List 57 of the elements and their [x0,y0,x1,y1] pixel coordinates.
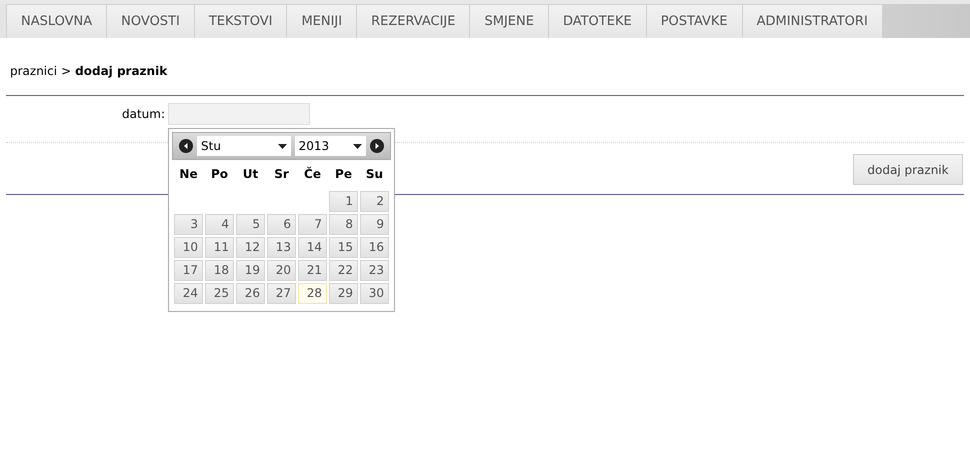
day-cell[interactable]: 19 [236,260,265,281]
weekday-label: Su [364,166,384,183]
day-cell[interactable]: 10 [174,237,203,258]
previous-icon[interactable] [179,139,193,153]
day-cell[interactable]: 5 [236,214,265,235]
day-cell[interactable]: 11 [205,237,234,258]
nav-tab[interactable]: SMJENE [469,4,549,38]
day-cell[interactable]: 15 [329,237,358,258]
field-label: datum: [120,107,166,121]
nav-tab[interactable]: REZERVACIJE [356,4,470,38]
nav-tab[interactable]: NASLOVNA [6,4,108,38]
breadcrumb-current: dodaj praznik [75,64,168,80]
next-icon[interactable] [370,139,384,153]
day-cell[interactable]: 26 [236,283,265,304]
day-cell[interactable]: 21 [298,260,327,281]
submit-button[interactable]: dodaj praznik [853,154,963,185]
day-cell[interactable]: 13 [267,237,296,258]
caret-icon [353,144,362,148]
day-cell[interactable]: 29 [329,283,358,304]
nav-tab[interactable]: POSTAVKE [646,4,743,38]
day-cell[interactable]: 8 [329,214,358,235]
nav-tab[interactable]: ADMINISTRATORI [742,4,883,38]
day-cell[interactable]: 22 [329,260,358,281]
day-cell[interactable]: 30 [360,283,389,304]
day-cell[interactable]: 27 [267,283,296,304]
month-select[interactable]: Stu [197,136,291,156]
weekday-label: Ne [178,166,199,183]
weekday-label: Po [210,166,230,183]
date-input[interactable] [168,103,310,125]
day-cell[interactable]: 3 [174,214,203,235]
day-cell[interactable]: 20 [267,260,296,281]
day-cell[interactable]: 17 [174,260,203,281]
weekday-label: Če [303,166,322,183]
day-cell[interactable]: 12 [236,237,265,258]
breadcrumb-separator: > [61,64,72,80]
day-cell[interactable]: 28 [298,283,327,304]
day-cell[interactable]: 16 [360,237,389,258]
year-select[interactable]: 2013 [294,136,366,156]
day-cell[interactable]: 6 [267,214,296,235]
weekday-label: Pe [334,166,353,183]
caret-icon [278,144,287,148]
nav-tab[interactable]: TEKSTOVI [194,4,288,38]
day-cell[interactable]: 1 [329,191,358,212]
nav-tab[interactable]: MENIJI [286,4,358,38]
day-cell[interactable]: 25 [205,283,234,304]
nav-tab[interactable]: DATOTEKE [548,4,647,38]
day-cell[interactable]: 14 [298,237,327,258]
day-cell[interactable]: 4 [205,214,234,235]
day-cell[interactable]: 24 [174,283,203,304]
weekday-label: Ut [242,166,260,183]
day-cell[interactable]: 9 [360,214,389,235]
weekday-label: Sr [273,166,290,183]
day-cell[interactable]: 7 [298,214,327,235]
breadcrumb-link[interactable]: praznici [10,64,58,95]
day-cell[interactable]: 2 [360,191,389,212]
day-cell[interactable]: 18 [205,260,234,281]
day-cell[interactable]: 23 [360,260,389,281]
